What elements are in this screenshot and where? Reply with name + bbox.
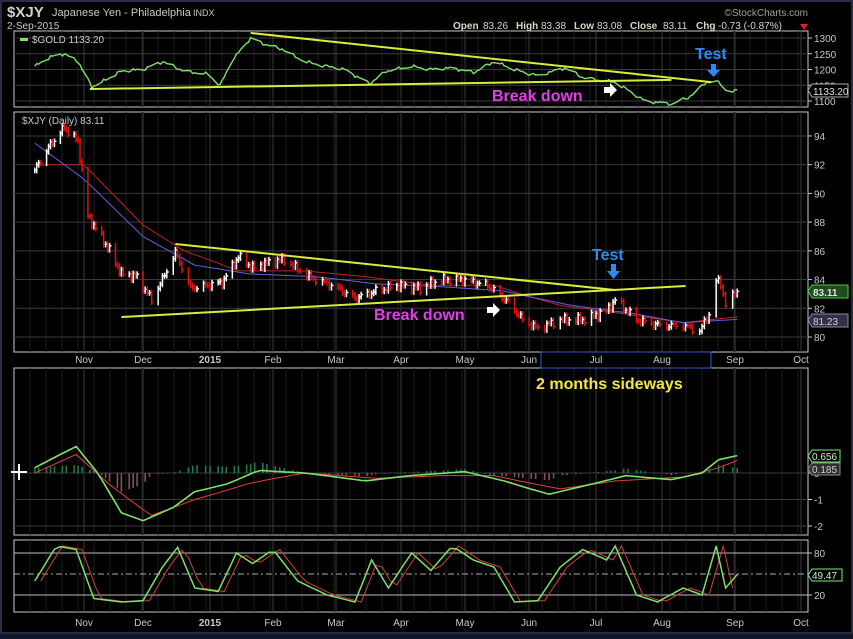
x-tick-label: Aug <box>653 355 671 366</box>
y-tick-label: 90 <box>814 189 826 200</box>
x-tick-label: May <box>456 355 475 366</box>
y-tick-label: -1 <box>814 496 823 507</box>
x-tick-label: 2015 <box>199 355 222 366</box>
y-tick-label: 80 <box>814 333 826 344</box>
y-tick-label: 80 <box>814 549 826 560</box>
gold-test-label: Test <box>695 46 727 63</box>
x-tick-label: May <box>456 618 475 629</box>
x-tick-label: Feb <box>264 355 282 366</box>
close-label: Close <box>630 21 658 32</box>
x-tick-label: Jul <box>590 618 603 629</box>
y-tick-label: 88 <box>814 218 826 229</box>
x-tick-label: Sep <box>726 618 744 629</box>
sideways-label: 2 months sideways <box>536 376 683 393</box>
ohlc-readout: Open 83.26 High 83.38 Low 83.08 Close 83… <box>453 21 808 32</box>
price-breakdown-label: Break down <box>374 307 465 324</box>
stock-chart: 110011501200125013008082848688909294-2-1… <box>0 0 853 636</box>
y-tick-label: -2 <box>814 522 823 533</box>
x-tick-label: Jun <box>521 618 537 629</box>
x-tick-label: Oct <box>793 618 809 629</box>
x-tick-label: Nov <box>75 355 93 366</box>
y-tick-label: 94 <box>814 132 826 143</box>
macd-value: 0.656 <box>812 452 837 463</box>
symbol: $XJY <box>7 4 44 21</box>
change-label: Chg <box>696 21 715 32</box>
y-tick-label: 86 <box>814 247 826 258</box>
ma-last-value: 81.23 <box>813 317 838 328</box>
low-value: 83.08 <box>597 21 622 32</box>
gold-legend-swatch <box>20 38 28 41</box>
instrument-name: Japanese Yen - Philadelphia <box>52 7 192 19</box>
open-value: 83.26 <box>483 21 508 32</box>
y-tick-label: 92 <box>814 161 826 172</box>
x-tick-label: Oct <box>793 355 809 366</box>
x-tick-label: Apr <box>393 355 409 366</box>
x-tick-label: Mar <box>327 618 345 629</box>
y-tick-label: 1300 <box>814 34 837 45</box>
x-tick-label: Dec <box>134 355 152 366</box>
macd-hist-value: 0.185 <box>812 465 837 476</box>
brand-watermark: ©StockCharts.com <box>724 8 808 19</box>
gold-breakdown-label: Break down <box>492 88 583 105</box>
x-tick-label: Feb <box>264 618 282 629</box>
gold-last-value: 1133.20 <box>813 87 849 98</box>
x-tick-label: Dec <box>134 618 152 629</box>
y-tick-label: 20 <box>814 591 826 602</box>
y-tick-label: 1100 <box>814 97 836 108</box>
gold-panel-title: $GOLD 1133.20 <box>32 35 105 46</box>
chart-date: 2-Sep-2015 <box>7 21 60 32</box>
x-tick-label: 2015 <box>199 618 222 629</box>
y-tick-label: 1250 <box>814 50 837 61</box>
stoch-value: 49.47 <box>812 571 837 582</box>
price-panel-title: $XJY (Daily) 83.11 <box>22 116 105 127</box>
x-tick-label: Apr <box>393 618 409 629</box>
x-tick-label: Sep <box>726 355 744 366</box>
x-tick-label: Aug <box>653 618 671 629</box>
x-tick-label: Mar <box>327 355 345 366</box>
price-last-value: 83.11 <box>813 288 838 299</box>
high-value: 83.38 <box>541 21 566 32</box>
change-value: -0.73 (-0.87%) <box>718 21 782 32</box>
exchange: INDX <box>193 8 215 18</box>
high-label: High <box>516 21 538 32</box>
price-test-label: Test <box>592 247 624 264</box>
x-tick-label: Jun <box>521 355 537 366</box>
low-label: Low <box>574 21 594 32</box>
y-tick-label: 1200 <box>814 66 837 77</box>
x-tick-label: Jul <box>590 355 603 366</box>
x-tick-label: Nov <box>75 618 93 629</box>
open-label: Open <box>453 21 479 32</box>
close-value: 83.11 <box>663 21 688 32</box>
